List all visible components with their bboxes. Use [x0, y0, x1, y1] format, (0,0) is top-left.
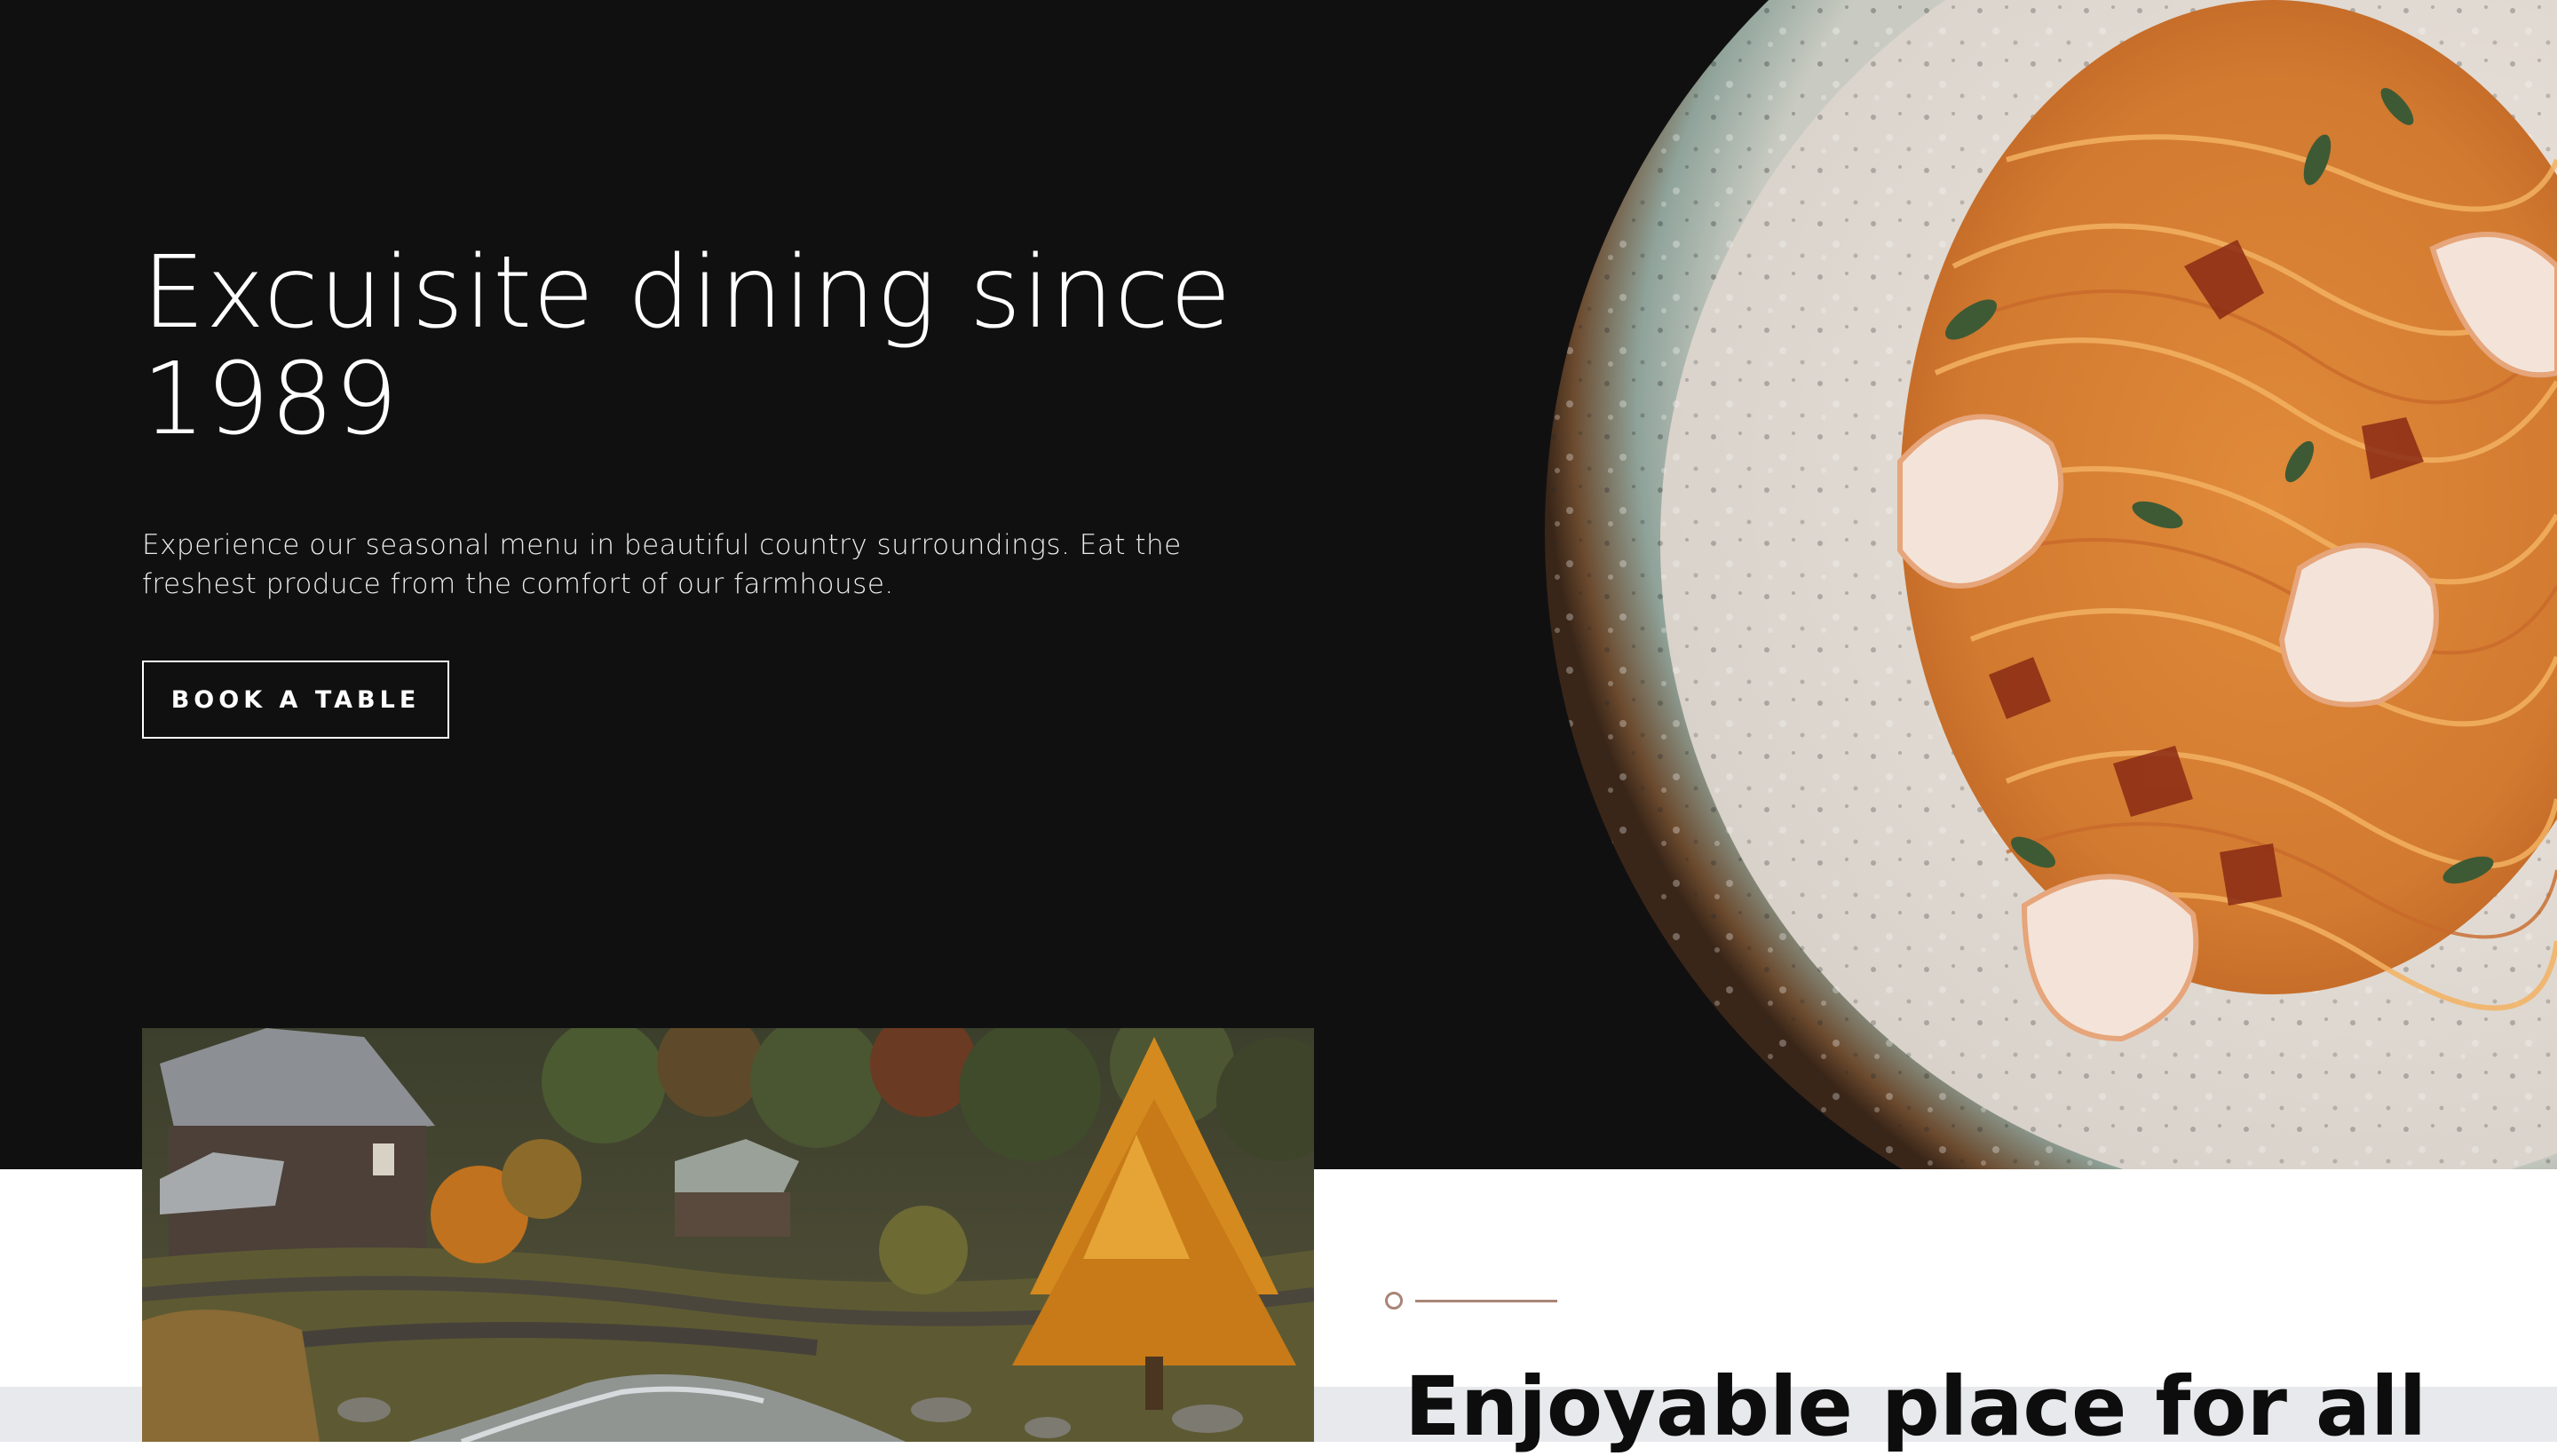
farmhouse-landscape-image [142, 1028, 1314, 1442]
decorative-divider [1385, 1292, 1563, 1311]
hero-title: Excuisite dining since 1989 [142, 235, 1232, 457]
hero-description: Experience our seasonal menu in beautifu… [142, 529, 1182, 600]
hero-section: Excuisite dining since 1989 Experience o… [0, 0, 2557, 1169]
book-a-table-button[interactable]: BOOK A TABLE [142, 661, 449, 739]
divider-line [1415, 1300, 1557, 1302]
divider-circle-icon [1385, 1292, 1403, 1310]
pasta-dish-image [1332, 0, 2557, 1169]
